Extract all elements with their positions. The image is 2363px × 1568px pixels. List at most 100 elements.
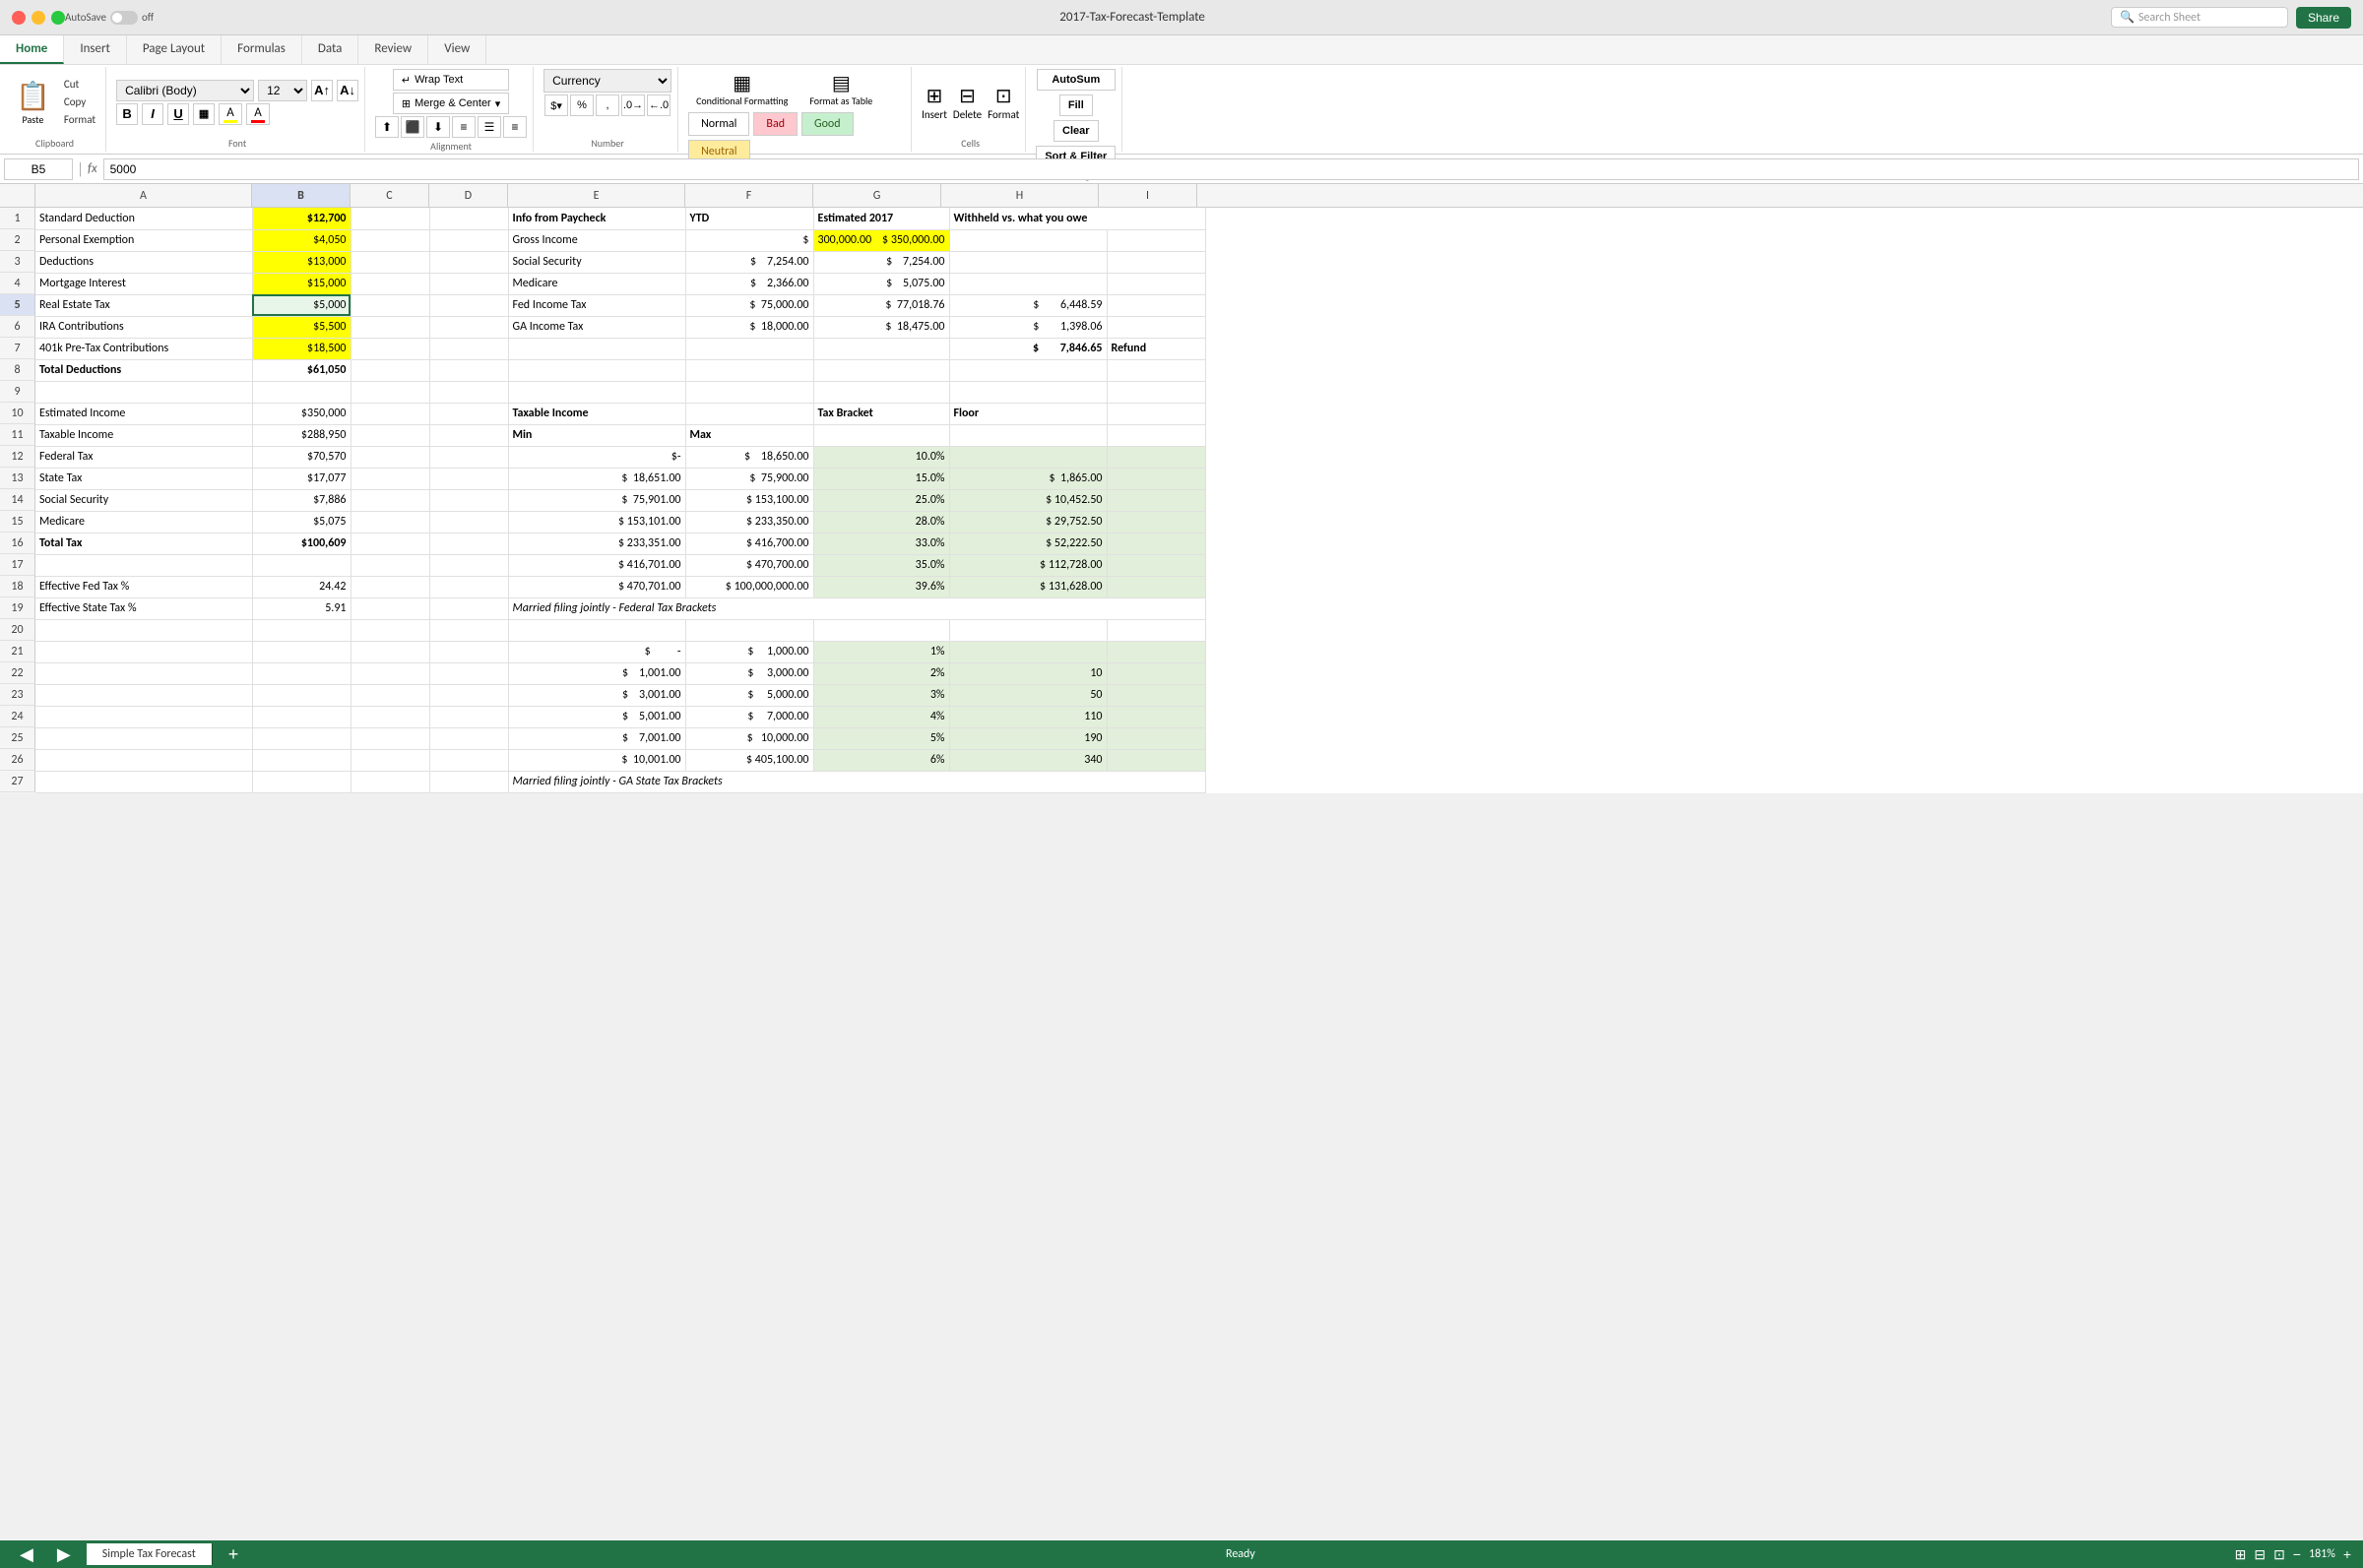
cell-i8[interactable] [1107, 359, 1205, 381]
cell-g7[interactable] [813, 338, 949, 359]
row-header-26[interactable]: 26 [0, 749, 35, 771]
cell-e1[interactable]: Info from Paycheck [508, 208, 685, 229]
percent-button[interactable]: % [570, 94, 594, 116]
cell-e20[interactable] [508, 619, 685, 641]
cell-f13[interactable]: $ 75,900.00 [685, 468, 813, 489]
decrease-font-button[interactable]: A↓ [337, 80, 358, 101]
cell-i14[interactable] [1107, 489, 1205, 511]
cell-i16[interactable] [1107, 533, 1205, 554]
cell-b21[interactable] [252, 641, 351, 662]
cell-e9[interactable] [508, 381, 685, 403]
cell-f14[interactable]: $ 153,100.00 [685, 489, 813, 511]
format-painter-button[interactable]: Format [60, 111, 99, 128]
comma-button[interactable]: , [596, 94, 619, 116]
bad-style[interactable]: Bad [753, 112, 798, 136]
row-header-20[interactable]: 20 [0, 619, 35, 641]
cell-h22[interactable]: 10 [949, 662, 1107, 684]
row-header-9[interactable]: 9 [0, 381, 35, 403]
cell-h6[interactable]: $ 1,398.06 [949, 316, 1107, 338]
cell-g2[interactable]: 300,000.00 $ 350,000.00 [813, 229, 949, 251]
cell-e15[interactable]: $ 153,101.00 [508, 511, 685, 533]
cell-g1[interactable]: Estimated 2017 [813, 208, 949, 229]
cell-i7[interactable]: Refund [1107, 338, 1205, 359]
conditional-formatting-button[interactable]: ▦ Conditional Formatting [688, 69, 796, 108]
cell-i5[interactable] [1107, 294, 1205, 316]
tab-page-layout[interactable]: Page Layout [127, 35, 222, 64]
row-header-19[interactable]: 19 [0, 597, 35, 619]
grid-view-button[interactable]: ⊞ [2235, 1546, 2247, 1563]
row-header-11[interactable]: 11 [0, 424, 35, 446]
cell-c23[interactable] [351, 684, 429, 706]
minimize-button[interactable] [32, 11, 45, 25]
cell-i23[interactable] [1107, 684, 1205, 706]
cell-h10[interactable]: Floor [949, 403, 1107, 424]
cell-h15[interactable]: $ 29,752.50 [949, 511, 1107, 533]
cell-a10[interactable]: Estimated Income [35, 403, 252, 424]
cell-g15[interactable]: 28.0% [813, 511, 949, 533]
cell-h23[interactable]: 50 [949, 684, 1107, 706]
cell-c5[interactable] [351, 294, 429, 316]
scroll-right-sheet[interactable]: ▶ [49, 1544, 79, 1565]
col-header-g[interactable]: G [813, 184, 941, 207]
cell-a20[interactable] [35, 619, 252, 641]
cell-b3[interactable]: $13,000 [252, 251, 351, 273]
cell-d1[interactable] [429, 208, 508, 229]
cell-g5[interactable]: $ 77,018.76 [813, 294, 949, 316]
cell-b22[interactable] [252, 662, 351, 684]
cell-c9[interactable] [351, 381, 429, 403]
row-header-16[interactable]: 16 [0, 533, 35, 554]
maximize-button[interactable] [51, 11, 65, 25]
row-header-10[interactable]: 10 [0, 403, 35, 424]
bold-button[interactable]: B [116, 103, 138, 125]
delete-label[interactable]: Delete [953, 108, 982, 121]
cell-g20[interactable] [813, 619, 949, 641]
cell-c8[interactable] [351, 359, 429, 381]
cell-f25[interactable]: $ 10,000.00 [685, 727, 813, 749]
cell-d15[interactable] [429, 511, 508, 533]
cell-c3[interactable] [351, 251, 429, 273]
cell-d9[interactable] [429, 381, 508, 403]
cell-c14[interactable] [351, 489, 429, 511]
row-header-4[interactable]: 4 [0, 273, 35, 294]
cell-b20[interactable] [252, 619, 351, 641]
cell-h7[interactable]: $ 7,846.65 [949, 338, 1107, 359]
cell-a1[interactable]: Standard Deduction [35, 208, 252, 229]
cell-h20[interactable] [949, 619, 1107, 641]
cell-b1[interactable]: $12,700 [252, 208, 351, 229]
align-right-button[interactable]: ≡ [503, 116, 527, 138]
cell-b7[interactable]: $18,500 [252, 338, 351, 359]
increase-decimal-button[interactable]: .0→ [621, 94, 645, 116]
align-left-button[interactable]: ≡ [452, 116, 476, 138]
cell-a15[interactable]: Medicare [35, 511, 252, 533]
cell-h18[interactable]: $ 131,628.00 [949, 576, 1107, 597]
cell-h25[interactable]: 190 [949, 727, 1107, 749]
cell-a22[interactable] [35, 662, 252, 684]
cell-e5[interactable]: Fed Income Tax [508, 294, 685, 316]
border-button[interactable]: ▦ [193, 103, 215, 125]
currency-button[interactable]: $▾ [544, 94, 568, 116]
cell-c24[interactable] [351, 706, 429, 727]
cell-d6[interactable] [429, 316, 508, 338]
cell-a4[interactable]: Mortgage Interest [35, 273, 252, 294]
cell-g18[interactable]: 39.6% [813, 576, 949, 597]
cell-e3[interactable]: Social Security [508, 251, 685, 273]
italic-button[interactable]: I [142, 103, 163, 125]
cell-e19[interactable]: Married filing jointly - Federal Tax Bra… [508, 597, 1205, 619]
cell-b12[interactable]: $70,570 [252, 446, 351, 468]
cell-c6[interactable] [351, 316, 429, 338]
cell-d7[interactable] [429, 338, 508, 359]
tab-home[interactable]: Home [0, 35, 64, 64]
cell-b25[interactable] [252, 727, 351, 749]
cell-h13[interactable]: $ 1,865.00 [949, 468, 1107, 489]
row-header-25[interactable]: 25 [0, 727, 35, 749]
row-header-5[interactable]: 5 [0, 294, 35, 316]
cell-f16[interactable]: $ 416,700.00 [685, 533, 813, 554]
cell-f21[interactable]: $ 1,000.00 [685, 641, 813, 662]
cell-g9[interactable] [813, 381, 949, 403]
cell-i21[interactable] [1107, 641, 1205, 662]
row-header-21[interactable]: 21 [0, 641, 35, 662]
row-header-1[interactable]: 1 [0, 208, 35, 229]
cell-b27[interactable] [252, 771, 351, 792]
cell-c13[interactable] [351, 468, 429, 489]
cell-i6[interactable] [1107, 316, 1205, 338]
